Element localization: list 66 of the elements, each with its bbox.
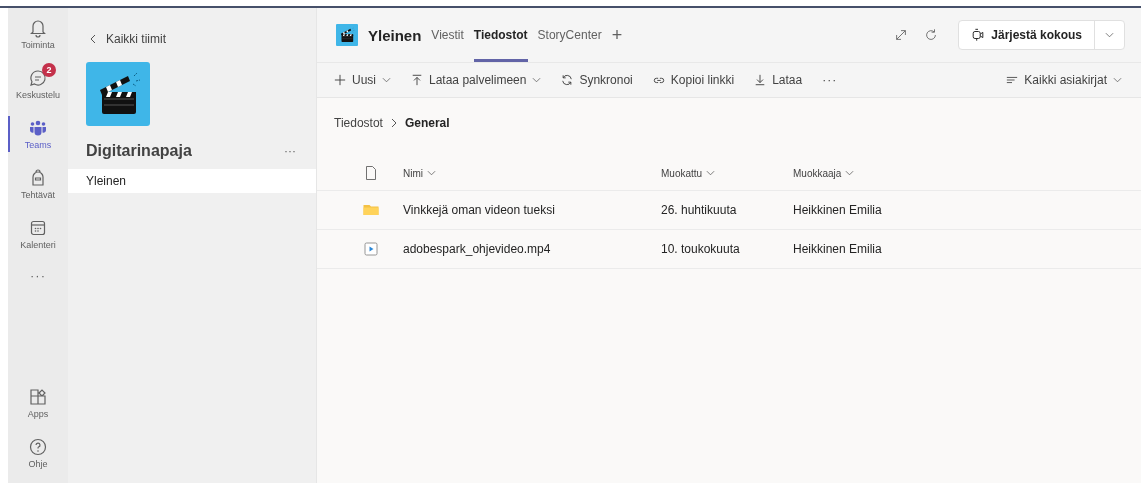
help-icon [28,437,48,457]
refresh-icon[interactable] [924,28,939,42]
download-icon [754,74,767,86]
app-bar-item[interactable]: Tehtävät [8,164,68,204]
table-cell-text: Heikkinen Emilia [793,203,883,217]
apps-icon [28,387,48,407]
chevron-left-icon [90,34,96,44]
upload-icon [411,74,423,86]
toolbar-button[interactable]: Kopioi linkki [647,69,740,91]
chat-icon [28,68,48,88]
back-link[interactable]: Kaikki tiimit [68,8,316,46]
filter-lines-icon [1006,74,1019,86]
table-cell-text: 10. toukokuuta [661,242,741,256]
channel-title: Yleinen [368,26,422,44]
clapperboard-logo [86,62,150,126]
meeting-button[interactable]: Järjestä kokous [959,21,1095,49]
video-file-icon [363,241,379,257]
tab[interactable]: StoryCenter [537,8,602,62]
app-bar-item[interactable]: Kalenteri [8,214,68,254]
app-bar-item[interactable]: Apps [8,383,68,423]
file-icon [363,165,379,181]
file-name-link[interactable]: adobespark_ohjevideo.mp4 [403,242,551,256]
file-name-link[interactable]: Vinkkejä oman videon tueksi [403,203,555,217]
app-bar-item[interactable]: Toiminta [8,14,68,54]
clapperboard-logo [336,24,358,46]
breadcrumb-link[interactable]: Tiedostot [334,116,383,130]
plus-icon [334,74,346,86]
team-name: Digitarinapaja [86,142,192,160]
tab[interactable]: Tiedostot [473,8,528,62]
chevron-down-icon [382,77,391,83]
toolbar-button[interactable]: Synkronoi [556,69,638,91]
column-header[interactable]: Muokattu [661,167,793,179]
video-camera-icon [971,28,986,42]
chevron-down-icon [427,170,436,176]
column-header[interactable]: Muokkaaja [793,167,943,179]
table-cell-text: 26. huhtikuuta [661,203,738,217]
chevron-down-icon [706,170,716,176]
add-tab-button[interactable]: + [611,24,623,46]
chevron-right-icon [390,118,397,128]
chevron-down-icon [532,77,542,83]
selected-indicator [8,116,10,152]
sync-icon [561,74,574,86]
column-header[interactable]: Nimi [403,167,661,179]
app-bar-item[interactable]: 2 Keskustelu [8,64,68,104]
breadcrumb-link[interactable]: General [404,116,450,130]
toolbar-button[interactable]: Lataa palvelimeen [406,69,547,91]
more-button[interactable]: ··· [817,69,843,91]
view-dropdown[interactable]: Kaikki asiakirjat [1001,69,1127,91]
toolbar-button[interactable]: Uusi [329,69,396,91]
channel-item[interactable]: Yleinen [68,169,316,193]
app-bar-item[interactable]: Ohje [8,433,68,473]
calendar-icon [28,218,48,238]
app-bar-item[interactable]: Teams [8,114,68,154]
table-cell-text: Heikkinen Emilia [793,242,883,256]
more-options-button[interactable]: ··· [284,144,296,158]
notification-badge: 2 [42,63,56,77]
chevron-down-icon [1113,77,1122,83]
people-icon [28,118,48,138]
tab[interactable]: Viestit [431,8,464,62]
toolbar-button[interactable]: Lataa [749,69,808,91]
chevron-down-icon [845,170,855,176]
bell-icon [28,18,48,38]
expand-icon[interactable] [894,28,909,42]
chevron-down-icon [1105,32,1114,38]
more-apps-button[interactable]: ··· [30,268,46,283]
folder-icon [363,202,379,218]
